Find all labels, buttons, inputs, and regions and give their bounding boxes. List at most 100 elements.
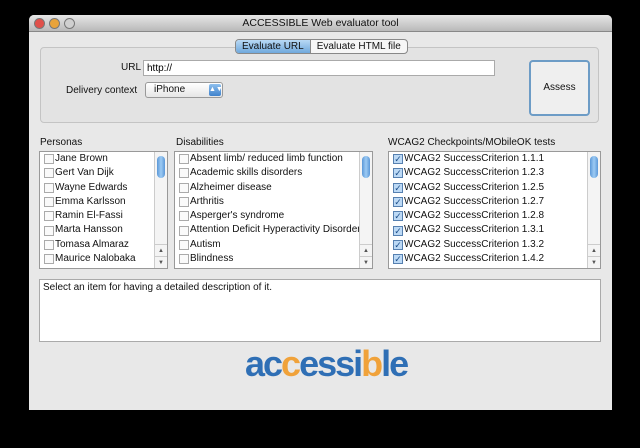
- checkbox[interactable]: [44, 168, 54, 179]
- disabilities-heading: Disabilities: [176, 137, 224, 148]
- list-item[interactable]: ✓ WCAG2 SuccessCriterion 1.3.1: [389, 223, 600, 237]
- checkbox[interactable]: [44, 154, 54, 165]
- checkbox[interactable]: [179, 225, 189, 236]
- list-item[interactable]: Wayne Edwards: [40, 181, 167, 195]
- tab-evaluate-url[interactable]: Evaluate URL: [236, 40, 311, 53]
- scrollbar[interactable]: ▲ ▼: [359, 152, 372, 268]
- list-item[interactable]: Autism: [175, 238, 372, 252]
- list-item[interactable]: ✓ WCAG2 SuccessCriterion 1.1.1: [389, 152, 600, 166]
- list-item[interactable]: ✓ WCAG2 SuccessCriterion 1.3.2: [389, 238, 600, 252]
- list-item[interactable]: Absent limb/ reduced limb function: [175, 152, 372, 166]
- list-item-label: Tomasa Almaraz: [55, 238, 129, 250]
- list-item[interactable]: ✓ WCAG2 SuccessCriterion 1.2.5: [389, 181, 600, 195]
- checkbox[interactable]: [179, 197, 189, 208]
- url-input[interactable]: [143, 60, 495, 76]
- checkbox[interactable]: [179, 182, 189, 193]
- list-item[interactable]: Alzheimer disease: [175, 181, 372, 195]
- scroll-up-icon[interactable]: ▲: [588, 244, 600, 256]
- list-item-label: Maurice Nalobaka: [55, 253, 136, 265]
- checkbox-checked[interactable]: ✓: [393, 225, 403, 236]
- list-item-label: Attention Deficit Hyperactivity Disorder: [190, 224, 361, 236]
- list-item[interactable]: Maurice Nalobaka: [40, 252, 167, 266]
- list-item-label: Arthritis: [190, 195, 224, 207]
- list-item-label: Academic skills disorders: [190, 167, 303, 179]
- checkbox[interactable]: [44, 182, 54, 193]
- list-item-label: WCAG2 SuccessCriterion 1.3.1: [404, 224, 545, 236]
- checkbox-checked[interactable]: ✓: [393, 254, 403, 265]
- checkbox[interactable]: [179, 211, 189, 222]
- scroll-thumb[interactable]: [157, 156, 165, 178]
- description-area[interactable]: Select an item for having a detailed des…: [39, 279, 601, 342]
- list-item[interactable]: Asperger's syndrome: [175, 209, 372, 223]
- checkbox-checked[interactable]: ✓: [393, 182, 403, 193]
- list-item[interactable]: Arthritis: [175, 195, 372, 209]
- scroll-thumb[interactable]: [590, 156, 598, 178]
- list-item-label: Jane Brown: [55, 153, 108, 164]
- list-item[interactable]: ✓ WCAG2 SuccessCriterion 1.2.8: [389, 209, 600, 223]
- list-item-label: Blindness: [190, 253, 234, 265]
- scroll-down-icon[interactable]: ▼: [360, 256, 372, 268]
- scroll-down-icon[interactable]: ▼: [155, 256, 167, 268]
- scroll-thumb[interactable]: [362, 156, 370, 178]
- checkbox-checked[interactable]: ✓: [393, 211, 403, 222]
- list-item[interactable]: Marta Hansson: [40, 223, 167, 237]
- close-button[interactable]: [34, 18, 45, 29]
- list-item[interactable]: ✓ WCAG2 SuccessCriterion 1.2.7: [389, 195, 600, 209]
- tab-evaluate-html-file[interactable]: Evaluate HTML file: [311, 40, 407, 53]
- checkpoints-list[interactable]: ✓ WCAG2 SuccessCriterion 1.1.1 ✓ WCAG2 Succ…: [388, 151, 601, 269]
- checkbox-checked[interactable]: ✓: [393, 239, 403, 250]
- personas-heading: Personas: [40, 137, 83, 148]
- list-item[interactable]: Jane Brown: [40, 152, 167, 166]
- scroll-down-icon[interactable]: ▼: [588, 256, 600, 268]
- delivery-context-label: Delivery context: [66, 85, 138, 96]
- checkbox[interactable]: [44, 225, 54, 236]
- checkbox[interactable]: [44, 211, 54, 222]
- list-item[interactable]: Blindness: [175, 252, 372, 266]
- checkbox[interactable]: [179, 168, 189, 179]
- personas-list[interactable]: Jane Brown Gert Van Dijk Wayne Edwards Emma…: [39, 151, 168, 269]
- checkbox[interactable]: [179, 154, 189, 165]
- checkbox[interactable]: [44, 239, 54, 250]
- checkbox-checked[interactable]: ✓: [393, 154, 403, 165]
- list-item-label: Gert Van Dijk: [55, 167, 114, 179]
- checkpoints-heading: WCAG2 Checkpoints/MObileOK tests: [388, 137, 556, 148]
- tab-bar: Evaluate URL Evaluate HTML file: [235, 39, 408, 54]
- scrollbar[interactable]: ▲ ▼: [154, 152, 167, 268]
- list-item-label: Emma Karlsson: [55, 195, 126, 207]
- list-item-label: WCAG2 SuccessCriterion 1.2.5: [404, 181, 545, 193]
- list-item[interactable]: Gert Van Dijk: [40, 166, 167, 180]
- list-item-label: Wayne Edwards: [55, 181, 128, 193]
- accessible-logo: accessible: [245, 343, 409, 384]
- list-item[interactable]: Tomasa Almaraz: [40, 238, 167, 252]
- list-item-label: Alzheimer disease: [190, 181, 272, 193]
- list-item-label: Autism: [190, 238, 221, 250]
- list-item[interactable]: Academic skills disorders: [175, 166, 372, 180]
- scroll-up-icon[interactable]: ▲: [155, 244, 167, 256]
- scrollbar[interactable]: ▲ ▼: [587, 152, 600, 268]
- zoom-button[interactable]: [64, 18, 75, 29]
- disabilities-list[interactable]: Absent limb/ reduced limb function Academ…: [174, 151, 373, 269]
- list-item[interactable]: ✓ WCAG2 SuccessCriterion 1.4.2: [389, 252, 600, 266]
- assess-button[interactable]: Assess: [529, 60, 590, 116]
- delivery-context-select[interactable]: iPhone ▲▼: [145, 82, 223, 98]
- list-item-label: WCAG2 SuccessCriterion 1.1.1: [404, 153, 545, 164]
- checkbox-checked[interactable]: ✓: [393, 197, 403, 208]
- delivery-context-value: iPhone: [154, 84, 186, 95]
- url-label: URL: [121, 62, 142, 73]
- minimize-button[interactable]: [49, 18, 60, 29]
- checkbox[interactable]: [179, 239, 189, 250]
- chevron-updown-icon: ▲▼: [209, 84, 223, 96]
- list-item[interactable]: ✓ WCAG2 SuccessCriterion 1.2.3: [389, 166, 600, 180]
- list-item-label: Marta Hansson: [55, 224, 123, 236]
- scroll-up-icon[interactable]: ▲: [360, 244, 372, 256]
- list-item-label: Absent limb/ reduced limb function: [190, 153, 343, 164]
- app-window: ACCESSIBLE Web evaluator tool Evaluate U…: [29, 15, 612, 410]
- checkbox-checked[interactable]: ✓: [393, 168, 403, 179]
- checkbox[interactable]: [44, 254, 54, 265]
- title-bar: ACCESSIBLE Web evaluator tool: [29, 15, 612, 32]
- checkbox[interactable]: [179, 254, 189, 265]
- checkbox[interactable]: [44, 197, 54, 208]
- list-item[interactable]: Attention Deficit Hyperactivity Disorder: [175, 223, 372, 237]
- list-item[interactable]: Emma Karlsson: [40, 195, 167, 209]
- list-item[interactable]: Ramin El-Fassi: [40, 209, 167, 223]
